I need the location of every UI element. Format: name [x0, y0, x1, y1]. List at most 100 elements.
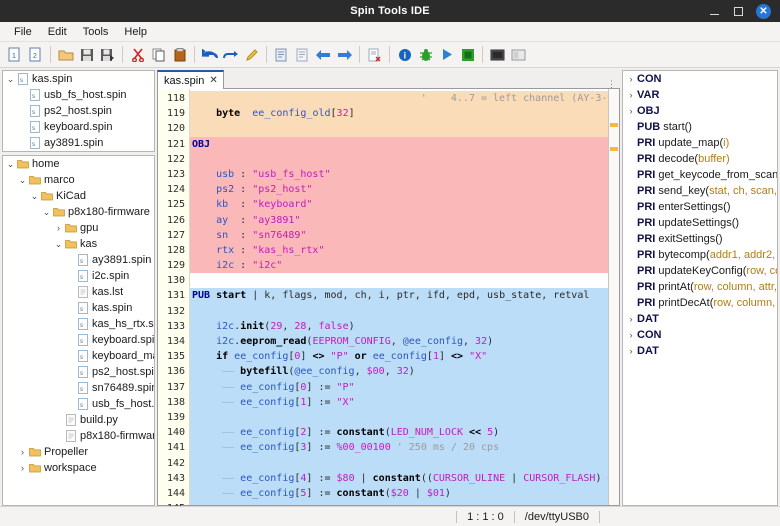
outline-panel[interactable]: › CON › VAR › OBJ PUB start() PRI update_map(i) PR…	[622, 70, 778, 506]
file-browser-item[interactable]: s usb_fs_host.spin	[3, 396, 154, 412]
outline-twisty-icon[interactable]: ›	[625, 74, 637, 84]
file-browser-item[interactable]: ⌄ marco	[3, 172, 154, 188]
tree-twisty-icon[interactable]: ›	[17, 463, 28, 473]
outline-item[interactable]: PRI updateSettings()	[623, 215, 777, 231]
outline-item[interactable]: PRIbytecomp(addr1, addr2, size)	[623, 247, 777, 263]
outline-item[interactable]: › DAT	[623, 343, 777, 359]
file-browser-item[interactable]: ⌄ KiCad	[3, 188, 154, 204]
code-line[interactable]: usb : "usb_fs_host"	[190, 166, 608, 183]
outline-item[interactable]: PRI decode(buffer)	[623, 151, 777, 167]
code-line[interactable]: OBJ	[190, 136, 608, 152]
serial-monitor-icon[interactable]	[508, 44, 529, 65]
file-browser-item[interactable]: › workspace	[3, 460, 154, 476]
menu-edit[interactable]: Edit	[40, 24, 75, 40]
tab-kas-spin[interactable]: kas.spin ✕	[157, 70, 224, 89]
undo-icon[interactable]	[199, 44, 220, 65]
editor-minimap-scrollbar[interactable]	[608, 89, 619, 505]
file-browser-item[interactable]: s i2c.spin	[3, 268, 154, 284]
file-browser-item[interactable]: kas.lst	[3, 284, 154, 300]
code-editor[interactable]: 118 119 120 121 122 123 124 125 126 127 128 129 130 1…	[157, 89, 620, 526]
run-flash-icon[interactable]	[457, 44, 478, 65]
code-line[interactable]: PUB start | k, flags, mod, ch, i, ptr, i…	[190, 288, 608, 304]
outline-item[interactable]: PUB start()	[623, 119, 777, 135]
code-line[interactable]	[190, 303, 608, 319]
code-line[interactable]: —— ee_config[2] := constant(LED_NUM_LOCK…	[190, 425, 608, 441]
open-files-tree[interactable]: ⌄ s kas.spin s usb_fs_host.spin s ps2_host.spi…	[2, 70, 155, 152]
tree-twisty-icon[interactable]: ⌄	[5, 159, 16, 170]
file-browser-tree[interactable]: ⌄ home ⌄ marco ⌄ KiCad ⌄ p8x180-firmware › gpu ⌄ ka…	[2, 155, 155, 506]
outline-item[interactable]: › OBJ	[623, 103, 777, 119]
open-folder-icon[interactable]	[55, 44, 76, 65]
copy-icon[interactable]	[148, 44, 169, 65]
outline-twisty-icon[interactable]: ›	[625, 346, 637, 356]
outline-item[interactable]: PRIupdateKeyConfig(row, column	[623, 263, 777, 279]
file-browser-item[interactable]: s kas.spin	[3, 300, 154, 316]
navigate-forward-icon[interactable]	[334, 44, 355, 65]
code-line[interactable]	[190, 273, 608, 289]
outline-twisty-icon[interactable]: ›	[625, 90, 637, 100]
redo-icon[interactable]	[220, 44, 241, 65]
code-line[interactable]	[190, 121, 608, 137]
code-line[interactable]: kb : "keyboard"	[190, 197, 608, 213]
outline-twisty-icon[interactable]: ›	[625, 106, 637, 116]
uncomment-block-icon[interactable]	[292, 44, 313, 65]
file-browser-item[interactable]: ⌄ kas	[3, 236, 154, 252]
new-from-template-icon[interactable]: 2	[25, 44, 46, 65]
tree-twisty-icon[interactable]: ⌄	[17, 175, 28, 186]
file-browser-item[interactable]: › Propeller	[3, 444, 154, 460]
code-line[interactable]: ay : "ay3891"	[190, 212, 608, 228]
file-browser-item[interactable]: s kas_hs_rtx.spin	[3, 316, 154, 332]
format-code-icon[interactable]	[241, 44, 262, 65]
outline-item[interactable]: › CON	[623, 327, 777, 343]
tab-close-icon[interactable]: ✕	[209, 75, 217, 86]
maximize-button[interactable]	[732, 5, 745, 18]
open-file-item[interactable]: s keyboard.spin	[3, 119, 154, 135]
outline-item[interactable]: PRI enterSettings()	[623, 199, 777, 215]
tree-twisty-icon[interactable]: ›	[17, 447, 28, 457]
outline-item[interactable]: › CON	[623, 71, 777, 87]
outline-item[interactable]: PRIprintAt(row, column, attr, str	[623, 279, 777, 295]
code-line[interactable]: sn : "sn76489"	[190, 227, 608, 243]
outline-item[interactable]: PRIprintDecAt(row, column, attr,	[623, 295, 777, 311]
code-line[interactable]: —— ee_config[3] := %00_00100 ' 250 ms / …	[190, 440, 608, 456]
file-browser-item[interactable]: s keyboard.spin	[3, 332, 154, 348]
save-icon[interactable]	[76, 44, 97, 65]
cut-icon[interactable]	[127, 44, 148, 65]
outline-item[interactable]: PRIget_keycode_from_scancode	[623, 167, 777, 183]
menu-file[interactable]: File	[6, 24, 40, 40]
file-browser-item[interactable]: s ay3891.spin	[3, 252, 154, 268]
file-browser-item[interactable]: build.py	[3, 412, 154, 428]
outline-item[interactable]: › VAR	[623, 87, 777, 103]
navigate-back-icon[interactable]	[313, 44, 334, 65]
minimap-marker[interactable]	[610, 147, 618, 151]
outline-item[interactable]: PRI update_map(i)	[623, 135, 777, 151]
tree-twisty-icon[interactable]: ⌄	[5, 74, 16, 85]
open-file-item[interactable]: ssn76489.spin	[3, 151, 154, 152]
file-browser-item[interactable]: s ps2_host.spin	[3, 364, 154, 380]
file-browser-item[interactable]: s sn76489.spin	[3, 380, 154, 396]
open-file-item[interactable]: s ay3891.spin	[3, 135, 154, 151]
tab-overflow-menu-icon[interactable]: ⋮	[607, 80, 616, 89]
tree-twisty-icon[interactable]: ⌄	[41, 207, 52, 218]
file-browser-item[interactable]: ⌄ p8x180-firmware	[3, 204, 154, 220]
run-ram-icon[interactable]	[436, 44, 457, 65]
outline-twisty-icon[interactable]: ›	[625, 330, 637, 340]
open-file-item[interactable]: ⌄ s kas.spin	[3, 71, 154, 87]
code-line[interactable]: ' 4..7 = left channel (AY-3-8910, SN7648…	[190, 91, 608, 107]
code-line[interactable]: —— ee_config[0] := "P"	[190, 379, 608, 395]
open-file-item[interactable]: s usb_fs_host.spin	[3, 87, 154, 103]
paste-icon[interactable]	[169, 44, 190, 65]
outline-twisty-icon[interactable]: ›	[625, 314, 637, 324]
code-line[interactable]: if ee_config[0] <> "P" or ee_config[1] <…	[190, 349, 608, 365]
code-line[interactable]: i2c : "i2c"	[190, 258, 608, 274]
minimize-button[interactable]	[708, 5, 721, 18]
tree-twisty-icon[interactable]: ⌄	[29, 191, 40, 202]
code-line[interactable]	[190, 455, 608, 471]
minimap-marker[interactable]	[610, 123, 618, 127]
file-browser-item[interactable]: p8x180-firmware-20	[3, 428, 154, 444]
code-line[interactable]	[190, 409, 608, 426]
terminal-icon[interactable]	[487, 44, 508, 65]
code-line[interactable]: i2c.eeprom_read(EEPROM_CONFIG, @ee_confi…	[190, 334, 608, 350]
code-line[interactable]: —— ee_config[4] := $80 | constant((CURSO…	[190, 470, 608, 486]
code-line[interactable]: —— bytefill(@ee_config, $00, 32)	[190, 364, 608, 380]
